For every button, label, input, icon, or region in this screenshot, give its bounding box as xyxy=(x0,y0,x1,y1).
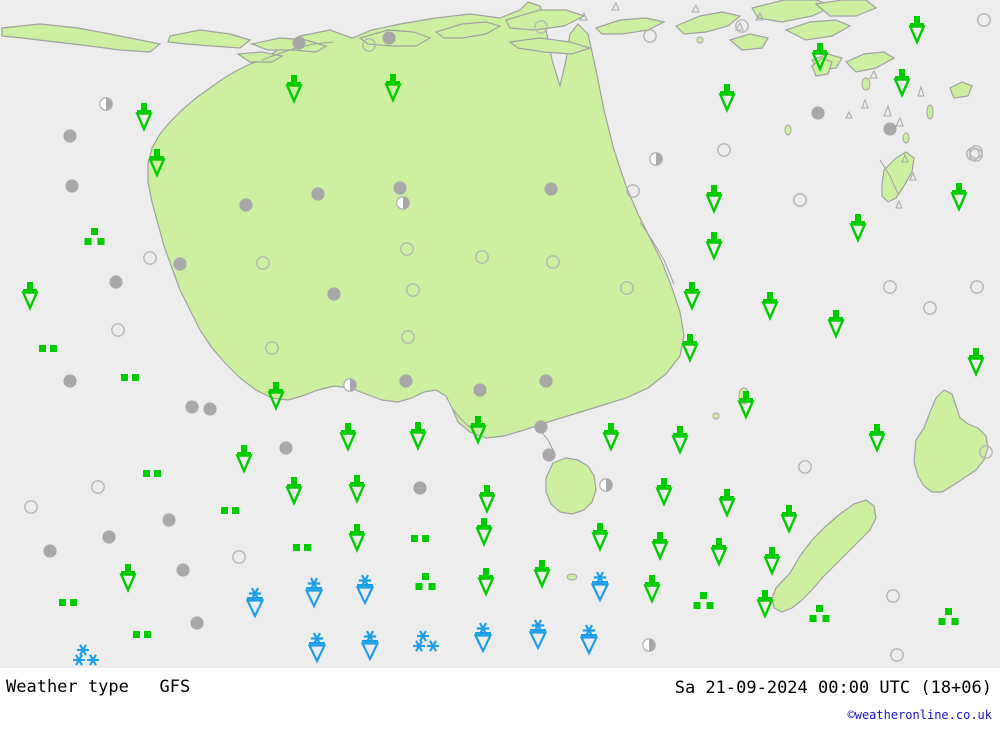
map-canvas[interactable] xyxy=(0,0,1000,668)
weather-map-page: Weather type GFS Sa 21-09-2024 00:00 UTC… xyxy=(0,0,1000,733)
footer-bar: Weather type GFS Sa 21-09-2024 00:00 UTC… xyxy=(0,668,1000,733)
valid-time-label: Sa 21-09-2024 00:00 UTC (18+06) xyxy=(674,678,992,698)
copyright-credit[interactable]: ©weatheronline.co.uk xyxy=(848,708,993,722)
weather-symbol-layer xyxy=(0,0,1000,668)
chart-title: Weather type GFS xyxy=(6,677,191,697)
